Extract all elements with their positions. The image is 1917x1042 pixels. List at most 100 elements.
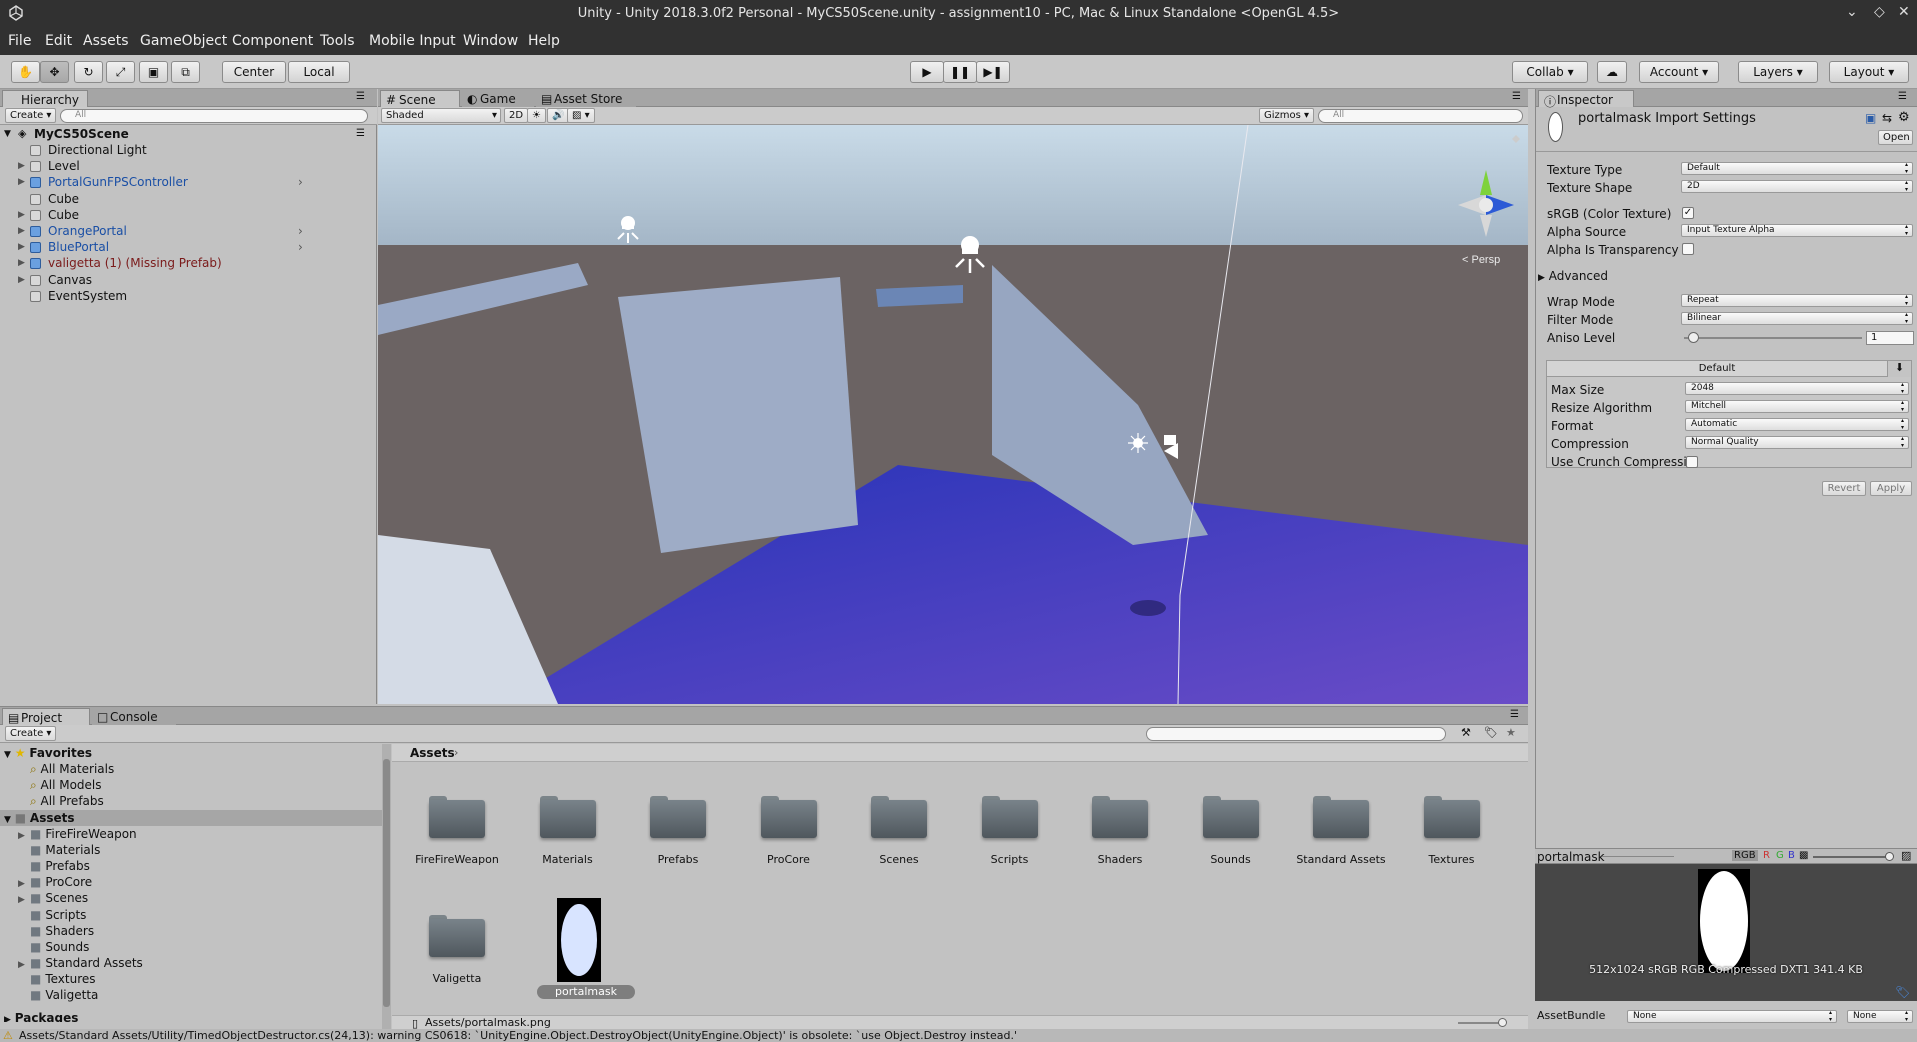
hierarchy-item[interactable]: ▶ PortalGunFPSController › [0, 174, 377, 190]
close-icon[interactable]: ✕ [1898, 4, 1910, 20]
platform-download-icon[interactable]: ⬇ [1887, 361, 1911, 377]
hierarchy-item[interactable]: ▶ OrangePortal › [0, 223, 377, 239]
rgb-channel-toggle[interactable]: RGB [1732, 850, 1758, 861]
expand-arrow-icon[interactable]: ▼ [4, 126, 11, 142]
transform-tool-button[interactable]: ⧉ [171, 61, 200, 83]
asset-tree-item[interactable]: ▶ ■ ProCore [18, 874, 378, 890]
hierarchy-item[interactable]: ▶ Canvas [0, 272, 377, 288]
menu-tools[interactable]: Tools [320, 33, 355, 49]
hierarchy-item[interactable]: ▶ Cube [0, 207, 377, 223]
rotate-tool-button[interactable]: ↻ [74, 61, 103, 83]
lighting-toggle[interactable]: ☀ [527, 108, 546, 123]
format-dropdown[interactable]: Automatic [1685, 417, 1909, 431]
minimize-icon[interactable]: ⌄ [1846, 4, 1858, 20]
green-channel-toggle[interactable]: G [1776, 850, 1784, 861]
play-button[interactable]: ▶ [910, 61, 944, 83]
wrap-mode-dropdown[interactable]: Repeat [1681, 293, 1913, 307]
asset-folder[interactable]: Valigetta [402, 882, 512, 997]
texture-shape-dropdown[interactable]: 2D [1681, 179, 1913, 193]
favorite-item[interactable]: ⌕ All Materials [30, 761, 114, 777]
filter-label-icon[interactable]: 🏷 [1484, 726, 1498, 739]
project-panel-menu-icon[interactable]: ☰ [1510, 709, 1519, 720]
scene-root[interactable]: ▼ ◈ MyCS50Scene ☰ [0, 126, 377, 142]
crunch-compression-checkbox[interactable] [1686, 456, 1698, 468]
layout-dropdown[interactable]: Layout ▾ [1829, 61, 1909, 83]
tab-scene[interactable]: # Scene [380, 90, 460, 107]
tree-scrollbar-thumb[interactable] [383, 759, 390, 1007]
asset-tree-item[interactable]: ■ Valigetta [18, 987, 378, 1003]
asset-tree-item[interactable]: ▶ ■ Standard Assets [18, 955, 378, 971]
inspector-menu-icon[interactable]: ☰ [1898, 91, 1907, 102]
srgb-checkbox[interactable]: ✓ [1682, 207, 1694, 219]
breadcrumb-assets[interactable]: Assets [410, 746, 455, 760]
asset-folder[interactable]: Shaders [1065, 763, 1175, 878]
tab-inspector[interactable]: ⓘ Inspector [1538, 90, 1634, 109]
texture-type-dropdown[interactable]: Default [1681, 161, 1913, 175]
preview-drag-line[interactable] [1602, 856, 1674, 857]
account-dropdown[interactable]: Account ▾ [1639, 61, 1719, 83]
menu-gameobject[interactable]: GameObject [140, 33, 227, 49]
maximize-icon[interactable]: ◇ [1874, 4, 1885, 20]
revert-button[interactable]: Revert [1822, 481, 1866, 496]
asset-tree-item[interactable]: ■ Shaders [18, 923, 378, 939]
expand-arrow-icon[interactable]: ▶ [18, 174, 25, 190]
scene-menu-icon[interactable]: ☰ [356, 126, 365, 142]
asset-folder[interactable]: Scenes [844, 763, 954, 878]
asset-folder[interactable]: Sounds [1176, 763, 1286, 878]
pivot-center-button[interactable]: Center [222, 61, 286, 83]
assetbundle-variant-dropdown[interactable]: None [1847, 1009, 1913, 1023]
favorite-star-icon[interactable]: ★ [1506, 726, 1516, 739]
alpha-source-dropdown[interactable]: Input Texture Alpha [1681, 223, 1913, 237]
settings-gear-icon[interactable]: ⚙ [1898, 110, 1910, 125]
hierarchy-item[interactable]: EventSystem [0, 288, 377, 304]
favorite-item[interactable]: ⌕ All Models [30, 777, 102, 793]
panel-menu-icon[interactable]: ☰ [356, 91, 365, 102]
cloud-button[interactable]: ☁ [1597, 61, 1627, 83]
asset-tree-item[interactable]: ■ Scripts [18, 907, 378, 923]
resize-algorithm-dropdown[interactable]: Mitchell [1685, 399, 1909, 413]
tab-game[interactable]: ◐ Game [462, 90, 534, 107]
project-create-button[interactable]: Create ▾ [5, 726, 57, 741]
menu-mobile-input[interactable]: Mobile Input [369, 33, 456, 49]
prefab-open-icon[interactable]: › [298, 239, 303, 255]
tree-scrollbar[interactable] [382, 744, 391, 1030]
layers-dropdown[interactable]: Layers ▾ [1738, 61, 1818, 83]
prefab-open-icon[interactable]: › [298, 174, 303, 190]
alpha-channel-icon[interactable]: ▩ [1799, 850, 1808, 861]
aniso-slider-track[interactable] [1684, 337, 1862, 339]
red-channel-toggle[interactable]: R [1763, 850, 1770, 861]
mip-slider-handle[interactable] [1885, 852, 1894, 861]
asset-folder[interactable]: Materials [513, 763, 623, 878]
aniso-level-input[interactable]: 1 [1866, 331, 1914, 345]
apply-button[interactable]: Apply [1870, 481, 1912, 496]
max-size-dropdown[interactable]: 2048 [1685, 381, 1909, 395]
asset-tree-item[interactable]: ■ Materials [18, 842, 378, 858]
pivot-local-button[interactable]: Local [288, 61, 350, 83]
hierarchy-item[interactable]: ▶ Level [0, 158, 377, 174]
tab-hierarchy[interactable]: Hierarchy [2, 90, 88, 107]
favorites-node[interactable]: ▼ ★ Favorites [4, 745, 92, 761]
compression-dropdown[interactable]: Normal Quality [1685, 435, 1909, 449]
hierarchy-item[interactable]: Cube [0, 191, 377, 207]
status-bar[interactable]: ⚠ Assets/Standard Assets/Utility/TimedOb… [0, 1029, 1917, 1042]
platform-tab-default[interactable]: Default [1547, 361, 1887, 377]
scene-search-input[interactable]: All [1318, 109, 1523, 123]
scale-tool-button[interactable]: ⤢ [106, 61, 135, 83]
step-button[interactable]: ▶❚ [976, 61, 1010, 83]
label-tag-icon[interactable]: 🏷 [1895, 985, 1910, 999]
asset-tree-item[interactable]: ■ Sounds [18, 939, 378, 955]
asset-texture-portalmask[interactable]: portalmask [523, 882, 635, 999]
preset-icon[interactable]: ⇆ [1882, 111, 1892, 125]
menu-edit[interactable]: Edit [45, 33, 72, 49]
expand-arrow-icon[interactable]: ▶ [18, 207, 25, 223]
expand-arrow-icon[interactable]: ▶ [18, 272, 25, 288]
sun-gizmo[interactable] [1128, 433, 1148, 453]
asset-folder[interactable]: Scripts [955, 763, 1065, 878]
aniso-slider-handle[interactable] [1688, 332, 1699, 343]
hierarchy-create-button[interactable]: Create ▾ [5, 108, 57, 123]
expand-arrow-icon[interactable]: ▶ [18, 239, 25, 255]
open-button[interactable]: Open [1878, 130, 1913, 145]
assetbundle-dropdown[interactable]: None [1627, 1009, 1837, 1023]
hand-tool-button[interactable]: ✋ [11, 61, 40, 83]
collab-dropdown[interactable]: Collab ▾ [1512, 61, 1588, 83]
